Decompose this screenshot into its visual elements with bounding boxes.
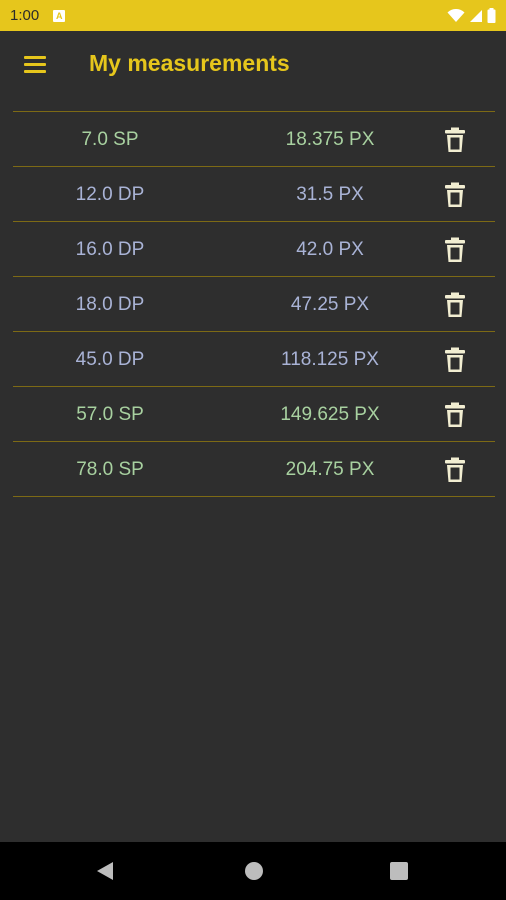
list-item[interactable]: 18.0 DP 47.25 PX	[13, 276, 495, 331]
signal-icon	[470, 9, 482, 22]
measurement-value: 45.0 DP	[75, 349, 145, 370]
page-title: My measurements	[89, 50, 290, 76]
measurement-pixels: 18.375 PX	[285, 129, 375, 150]
list-item[interactable]: 57.0 SP 149.625 PX	[13, 386, 495, 441]
list-item[interactable]: 78.0 SP 204.75 PX	[13, 441, 495, 497]
status-icons	[447, 8, 496, 23]
measurement-pixels: 47.25 PX	[290, 294, 370, 315]
delete-trash-icon[interactable]	[443, 457, 467, 483]
hamburger-menu-icon[interactable]	[22, 53, 48, 75]
recents-icon[interactable]	[390, 862, 408, 880]
navigation-bar	[0, 842, 506, 900]
measurement-value: 18.0 DP	[75, 294, 145, 315]
list-item[interactable]: 16.0 DP 42.0 PX	[13, 221, 495, 276]
measurement-pixels: 149.625 PX	[280, 404, 380, 425]
delete-trash-icon[interactable]	[443, 347, 467, 373]
home-icon[interactable]	[245, 862, 263, 880]
delete-trash-icon[interactable]	[443, 237, 467, 263]
measurement-pixels: 204.75 PX	[285, 459, 375, 480]
back-icon[interactable]	[96, 861, 114, 881]
list-item[interactable]: 12.0 DP 31.5 PX	[13, 166, 495, 221]
wifi-icon	[447, 8, 465, 22]
battery-icon	[487, 8, 496, 23]
measurement-value: 16.0 DP	[75, 239, 145, 260]
measurement-pixels: 118.125 PX	[281, 349, 379, 370]
measurement-value: 7.0 SP	[81, 129, 139, 150]
status-time: 1:00	[10, 7, 40, 24]
delete-trash-icon[interactable]	[443, 182, 467, 208]
status-bar: 1:00 A	[0, 0, 506, 31]
measurement-value: 12.0 DP	[75, 184, 145, 205]
measurement-value: 57.0 SP	[76, 404, 144, 425]
delete-trash-icon[interactable]	[443, 292, 467, 318]
list-item[interactable]: 7.0 SP 18.375 PX	[13, 111, 495, 166]
measurement-pixels: 42.0 PX	[296, 239, 364, 260]
app-bar: My measurements	[0, 31, 506, 101]
measurement-value: 78.0 SP	[76, 459, 144, 480]
notification-a-icon: A	[53, 9, 66, 22]
measurement-pixels: 31.5 PX	[296, 184, 364, 205]
list-item[interactable]: 45.0 DP 118.125 PX	[13, 331, 495, 386]
delete-trash-icon[interactable]	[443, 402, 467, 428]
measurement-list: 7.0 SP 18.375 PX 12.0 DP 31.5 PX 16.0 DP 42.0…	[13, 111, 495, 497]
delete-trash-icon[interactable]	[443, 127, 467, 153]
